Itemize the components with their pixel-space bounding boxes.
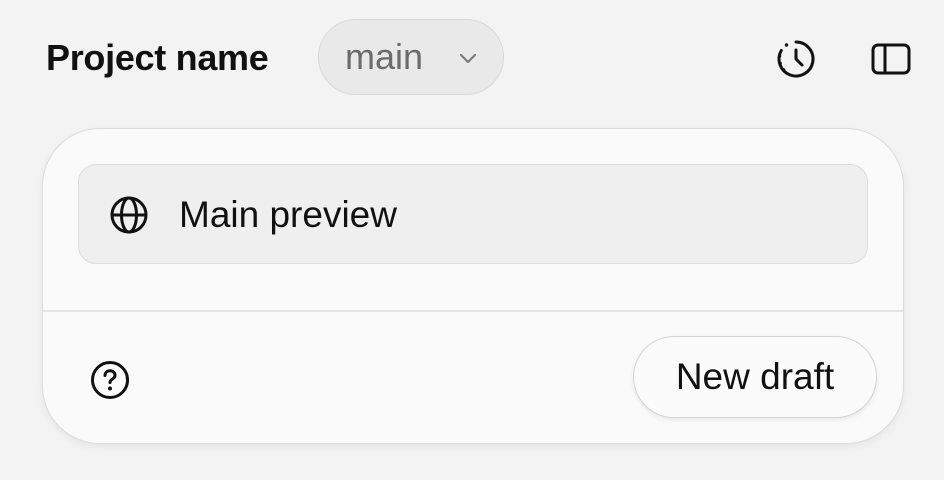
divider — [43, 310, 903, 312]
main-preview-item[interactable]: Main preview — [78, 164, 868, 264]
project-title: Project name — [46, 37, 269, 78]
branch-label: main — [345, 36, 424, 77]
chevron-down-icon — [459, 53, 477, 64]
sidebar-icon — [871, 43, 911, 75]
branch-selector[interactable]: main — [318, 19, 504, 95]
main-preview-label: Main preview — [179, 194, 397, 235]
help-icon — [91, 361, 129, 399]
globe-icon — [110, 196, 148, 234]
history-button[interactable] — [775, 38, 817, 80]
header: Project name main — [0, 0, 944, 110]
new-draft-button[interactable]: New draft — [633, 336, 877, 418]
help-button[interactable] — [89, 359, 131, 401]
toggle-sidebar-button[interactable] — [870, 38, 912, 80]
history-icon — [777, 40, 815, 78]
app-window: Project name main Main preview New draft — [0, 0, 944, 480]
preview-card: Main preview New draft — [42, 128, 904, 444]
